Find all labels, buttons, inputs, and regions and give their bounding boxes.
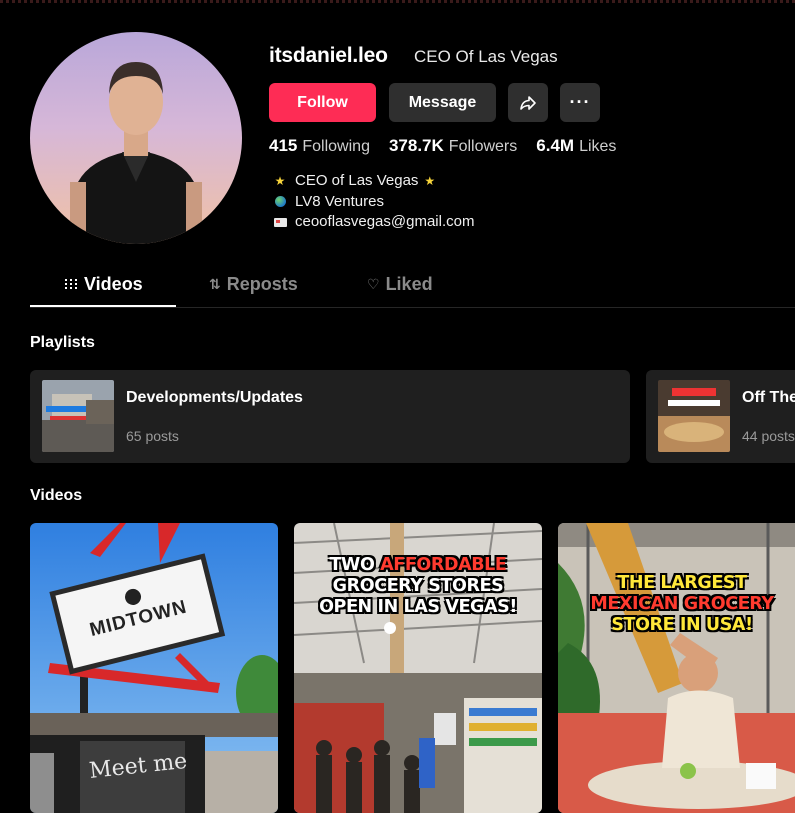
tab-label: Liked: [385, 274, 433, 294]
username: itsdaniel.leo: [269, 44, 388, 67]
stat-label: Likes: [579, 138, 617, 155]
video-caption: TWO AFFORDABLE GROCERY STORES OPEN IN LA…: [319, 555, 517, 617]
repost-icon: ⇅: [209, 276, 221, 292]
follow-button[interactable]: Follow: [269, 83, 376, 122]
nickname: CEO Of Las Vegas: [414, 47, 558, 66]
playlist-post-count: 44 posts: [742, 428, 795, 444]
tab-liked[interactable]: ♡ Liked: [367, 274, 433, 295]
bio-line: LV8 Ventures: [272, 192, 474, 213]
stat-likes: 6.4M Likes: [536, 136, 616, 156]
bio-line: ★ CEO of Las Vegas ★: [272, 171, 474, 192]
message-button[interactable]: Message: [389, 83, 496, 122]
stat-following[interactable]: 415 Following: [269, 136, 370, 156]
profile-stats: 415 Following 378.7K Followers 6.4M Likes: [269, 136, 635, 156]
globe-icon: [272, 196, 288, 208]
video-image: MIDTOWN Meet me: [30, 523, 278, 813]
tab-label: Reposts: [226, 274, 298, 294]
profile-tabs: Videos ⇅ Reposts ♡ Liked: [30, 268, 795, 308]
avatar[interactable]: [30, 32, 242, 244]
video-thumbnail[interactable]: THE LARGEST MEXICAN GROCERY STORE IN USA…: [558, 523, 795, 813]
divider: [30, 307, 795, 308]
share-icon: [520, 95, 536, 110]
bio-line: ceooflasvegas@gmail.com: [272, 212, 474, 233]
playlist-thumbnail: [658, 380, 730, 452]
video-thumbnail[interactable]: MIDTOWN Meet me: [30, 523, 278, 813]
more-button[interactable]: ···: [560, 83, 600, 122]
playlist-thumbnail: [42, 380, 114, 452]
video-thumbnail[interactable]: TWO AFFORDABLE GROCERY STORES OPEN IN LA…: [294, 523, 542, 813]
video-image: [558, 523, 795, 813]
tab-videos[interactable]: Videos: [64, 274, 143, 295]
avatar-photo: [70, 62, 202, 244]
bio: ★ CEO of Las Vegas ★ LV8 Ventures ceoofl…: [272, 171, 474, 233]
playlist-name: Developments/Updates: [126, 389, 303, 406]
bio-text: LV8 Ventures: [295, 192, 384, 210]
video-caption: THE LARGEST MEXICAN GROCERY STORE IN USA…: [590, 573, 774, 635]
star-icon: ★: [424, 174, 436, 188]
stat-label: Followers: [448, 138, 518, 155]
bio-email: ceooflasvegas@gmail.com: [295, 213, 475, 230]
playlists-heading: Playlists: [30, 334, 95, 351]
videos-heading: Videos: [30, 487, 83, 504]
playlist-card[interactable]: Developments/Updates 65 posts: [30, 370, 630, 463]
tab-reposts[interactable]: ⇅ Reposts: [209, 274, 298, 295]
stat-value: 415: [269, 136, 298, 155]
grid-icon: [64, 277, 78, 293]
envelope-icon: [272, 217, 288, 227]
playlist-name: Off The: [742, 389, 795, 406]
tab-label: Videos: [84, 274, 143, 294]
stat-value: 6.4M: [536, 136, 575, 155]
top-border: [0, 0, 795, 3]
stat-label: Following: [302, 138, 370, 155]
heart-outline-icon: ♡: [367, 276, 380, 292]
star-icon: ★: [274, 174, 286, 188]
bio-text: CEO of Las Vegas: [295, 172, 419, 189]
playlist-card[interactable]: Off The 44 posts: [646, 370, 795, 463]
stat-value: 378.7K: [388, 136, 444, 155]
share-button[interactable]: [508, 83, 548, 122]
stat-followers[interactable]: 378.7K Followers: [389, 136, 517, 156]
playlist-post-count: 65 posts: [126, 428, 179, 444]
